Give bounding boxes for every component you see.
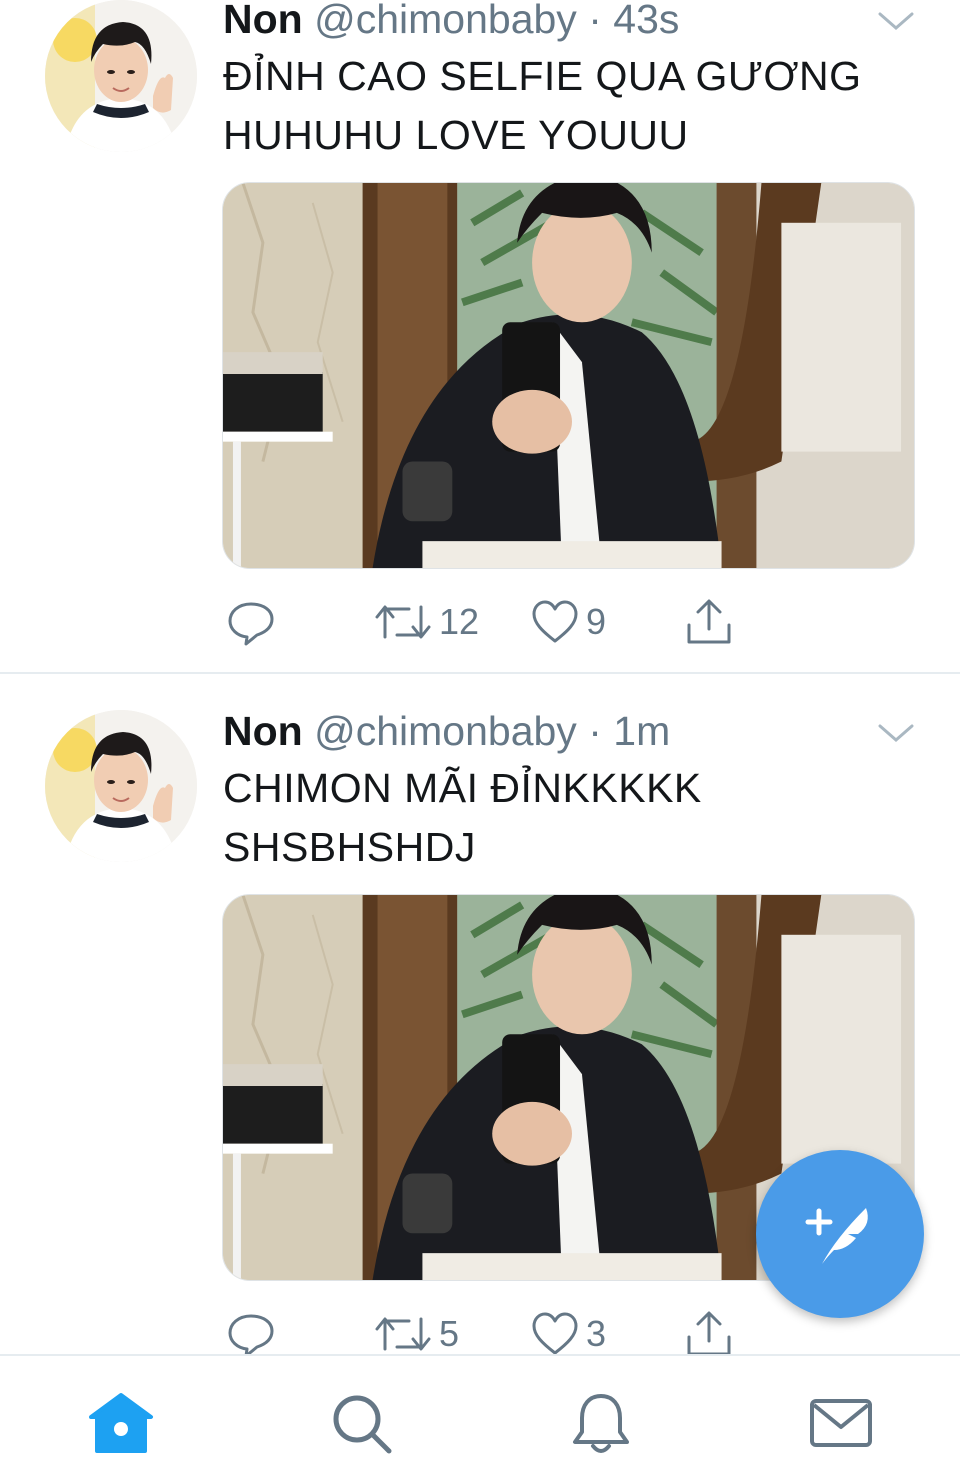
tab-messages[interactable] (806, 1388, 876, 1458)
chevron-down-icon[interactable] (876, 8, 916, 36)
avatar[interactable] (45, 0, 197, 152)
tweet-text-line: ĐỈNH CAO SELFIE QUA GƯƠNG (223, 53, 862, 99)
tweet-text-line: SHSBHSHDJ (223, 824, 476, 870)
bell-icon (573, 1394, 629, 1453)
tweet-text: ĐỈNH CAO SELFIE QUA GƯƠNG HUHUHU LOVE YO… (223, 47, 923, 165)
reply-icon (228, 1314, 274, 1358)
search-icon (333, 1395, 392, 1454)
avatar-image (45, 710, 197, 862)
tweet-text-line: HUHUHU LOVE YOUUU (223, 112, 689, 158)
avatar[interactable] (45, 710, 197, 862)
retweet-count: 12 (439, 601, 480, 642)
reply-button[interactable] (226, 592, 276, 652)
display-name[interactable]: Non (223, 0, 303, 42)
compose-tweet-button[interactable] (756, 1150, 924, 1318)
tweet-media-photo[interactable] (222, 182, 915, 569)
display-name[interactable]: Non (223, 708, 303, 754)
timestamp[interactable]: 43s (613, 0, 679, 42)
retweet-icon (375, 1317, 431, 1351)
like-button[interactable]: 9 (530, 592, 606, 652)
avatar-image (45, 0, 197, 152)
share-icon (687, 1311, 731, 1356)
compose-tweet-icon (805, 1208, 868, 1264)
like-count: 9 (586, 601, 607, 642)
like-count: 3 (586, 1313, 607, 1354)
home-icon (89, 1393, 153, 1453)
separator-dot: · (588, 708, 602, 754)
tab-search[interactable] (326, 1388, 396, 1458)
tab-notifications[interactable] (566, 1388, 636, 1458)
retweet-icon (375, 605, 431, 639)
heart-icon (532, 1312, 578, 1355)
tweet-text: CHIMON MÃI ĐỈNKKKKK SHSBHSHDJ (223, 759, 923, 877)
retweet-button[interactable]: 12 (373, 592, 479, 652)
bottom-tab-bar (0, 1354, 960, 1478)
tweet-text-line: CHIMON MÃI ĐỈNKKKKK (223, 765, 702, 811)
chevron-down-icon[interactable] (876, 720, 916, 748)
tab-home[interactable] (86, 1388, 156, 1458)
timestamp[interactable]: 1m (613, 708, 670, 754)
tweet[interactable]: Non @chimonbaby · 43s ĐỈNH CAO SELFIE QU… (0, 0, 960, 674)
share-button[interactable] (684, 592, 734, 652)
user-handle[interactable]: @chimonbaby (314, 0, 577, 42)
tweet-actions: 12 9 (0, 592, 960, 652)
heart-icon (532, 600, 578, 643)
mail-icon (810, 1399, 872, 1447)
share-icon (687, 599, 731, 644)
reply-icon (228, 602, 274, 646)
retweet-count: 5 (439, 1313, 460, 1354)
user-handle[interactable]: @chimonbaby (314, 708, 577, 754)
tweet-header: Non @chimonbaby · 43s (223, 0, 679, 42)
separator-dot: · (588, 0, 602, 42)
tweet-header: Non @chimonbaby · 1m (223, 708, 670, 754)
photo-image (223, 183, 914, 568)
